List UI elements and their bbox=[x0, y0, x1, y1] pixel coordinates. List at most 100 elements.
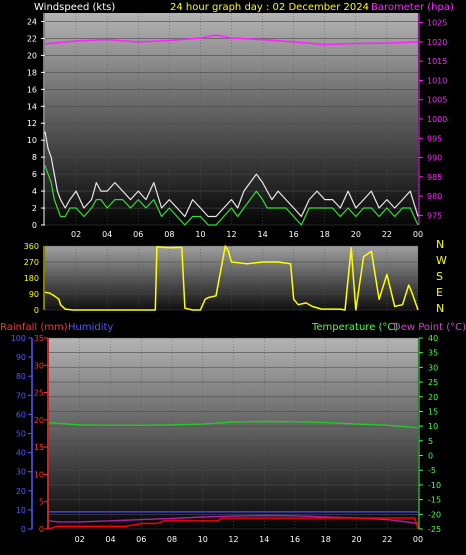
temperature-tick-label: 20 bbox=[428, 393, 438, 402]
direction-axis: 0 90 180 270 360 bbox=[24, 242, 45, 315]
weather-graph: Windspeed (kts) 24 hour graph day : 02 D… bbox=[0, 2, 466, 544]
temperature-tick-label: 15 bbox=[428, 407, 438, 416]
direction-tick-label: 180 bbox=[24, 274, 39, 283]
rainfall-tick-label: 25 bbox=[34, 389, 44, 398]
temperature-tick-label: 0 bbox=[428, 452, 433, 461]
wind-x-tick-label: 16 bbox=[289, 230, 299, 239]
barometer-tick-label: 980 bbox=[427, 192, 442, 201]
wind-tick-label: 12 bbox=[27, 119, 37, 128]
wind-tick-label: 10 bbox=[27, 136, 37, 145]
humidity-tick-label: 30 bbox=[16, 468, 26, 477]
humidity-tick-label: 10 bbox=[16, 506, 26, 515]
windspeed-title: Windspeed (kts) bbox=[34, 2, 115, 13]
wind-tick-label: 22 bbox=[27, 34, 37, 43]
rainfall-axis: 0 5 10 15 20 25 30 35 bbox=[34, 334, 49, 534]
barometer-tick-label: 1005 bbox=[427, 96, 447, 105]
barometer-tick-label: 1000 bbox=[427, 115, 447, 124]
temperature-tick-label: -15 bbox=[428, 496, 441, 505]
compass-label: E bbox=[436, 286, 443, 299]
wind-tick-label: 4 bbox=[32, 187, 37, 196]
wind-x-tick-label: 20 bbox=[351, 230, 361, 239]
temperature-tick-label: -5 bbox=[428, 466, 436, 475]
wind-tick-label: 2 bbox=[32, 204, 37, 213]
barometer-tick-label: 1025 bbox=[427, 19, 447, 28]
temperature-panel: 0102030405060708090100 05101520253035 -2… bbox=[11, 334, 441, 544]
compass-label: W bbox=[436, 254, 447, 267]
rainfall-tick-label: 35 bbox=[34, 334, 44, 343]
barometer-tick-label: 975 bbox=[427, 211, 442, 220]
temperature-tick-label: 40 bbox=[428, 334, 438, 343]
wind-x-tick-label: 18 bbox=[320, 230, 330, 239]
temperature-tick-label: -25 bbox=[428, 525, 441, 534]
wind-x-tick-label: 12 bbox=[226, 230, 236, 239]
wind-tick-label: 14 bbox=[27, 102, 37, 111]
compass-axis: NWSEN bbox=[436, 238, 447, 315]
wind-x-axis: 02 04 06 08 10 12 14 16 18 20 22 00 bbox=[71, 230, 423, 239]
humidity-axis: 0 10 20 30 40 50 60 70 80 90 100 bbox=[11, 334, 33, 534]
wind-x-tick-label: 10 bbox=[195, 230, 205, 239]
temperature-x-tick-label: 06 bbox=[136, 535, 146, 544]
compass-label: S bbox=[436, 270, 443, 283]
temperature-axis: -25 -20 -15 -10 -5 0 5 10 15 20 25 30 35 40 bbox=[418, 334, 441, 534]
temperature-x-tick-label: 08 bbox=[167, 535, 177, 544]
temperature-x-tick-label: 22 bbox=[382, 535, 392, 544]
barometer-tick-label: 985 bbox=[427, 173, 442, 182]
humidity-tick-label: 60 bbox=[16, 410, 26, 419]
humidity-tick-label: 20 bbox=[16, 487, 26, 496]
wind-x-tick-label: 14 bbox=[257, 230, 267, 239]
wind-tick-label: 6 bbox=[32, 170, 37, 179]
temperature-x-tick-label: 00 bbox=[413, 535, 423, 544]
humidity-tick-label: 80 bbox=[16, 372, 26, 381]
humidity-tick-label: 70 bbox=[16, 391, 26, 400]
temperature-x-tick-label: 14 bbox=[259, 535, 269, 544]
rainfall-tick-label: 10 bbox=[34, 470, 44, 479]
wind-x-tick-label: 06 bbox=[133, 230, 143, 239]
humidity-tick-label: 90 bbox=[16, 353, 26, 362]
temperature-tick-label: 35 bbox=[428, 349, 438, 358]
direction-tick-label: 90 bbox=[29, 290, 39, 299]
wind-x-tick-label: 00 bbox=[413, 230, 423, 239]
wind-x-tick-label: 02 bbox=[71, 230, 81, 239]
temperature-tick-label: -20 bbox=[428, 510, 441, 519]
barometer-tick-label: 1020 bbox=[427, 38, 447, 47]
wind-direction-panel: 090180270360 NWSEN bbox=[24, 238, 447, 315]
temperature-tick-label: 10 bbox=[428, 422, 438, 431]
dewpoint-title: Dew Point (°C) bbox=[393, 322, 466, 333]
wind-tick-label: 16 bbox=[27, 85, 37, 94]
barometer-axis: 975 980 985 990 995 1000 1005 1010 1015 1020 1025 bbox=[418, 13, 447, 225]
humidity-tick-label: 100 bbox=[11, 334, 26, 343]
wind-x-tick-label: 22 bbox=[382, 230, 392, 239]
humidity-title: Humidity bbox=[68, 322, 113, 333]
wind-tick-label: 24 bbox=[27, 17, 37, 26]
temperature-x-tick-label: 18 bbox=[321, 535, 331, 544]
temperature-title: Temperature (°C) bbox=[311, 322, 398, 333]
temperature-x-tick-label: 10 bbox=[198, 535, 208, 544]
compass-label: N bbox=[436, 302, 444, 315]
temperature-x-tick-label: 04 bbox=[105, 535, 115, 544]
barometer-tick-label: 1010 bbox=[427, 76, 447, 85]
temperature-x-tick-label: 02 bbox=[75, 535, 85, 544]
temperature-tick-label: 30 bbox=[428, 363, 438, 372]
temperature-tick-label: -10 bbox=[428, 481, 441, 490]
rainfall-tick-label: 15 bbox=[34, 443, 44, 452]
wind-tick-label: 20 bbox=[27, 51, 37, 60]
wind-tick-label: 8 bbox=[32, 153, 37, 162]
rainfall-tick-label: 0 bbox=[39, 525, 44, 534]
wind-tick-label: 0 bbox=[32, 221, 37, 230]
temperature-x-tick-label: 20 bbox=[351, 535, 361, 544]
wind-tick-label: 18 bbox=[27, 68, 37, 77]
wind-x-tick-label: 08 bbox=[164, 230, 174, 239]
barometer-tick-label: 990 bbox=[427, 154, 442, 163]
wind-x-tick-label: 04 bbox=[102, 230, 112, 239]
direction-tick-label: 0 bbox=[34, 306, 39, 315]
graph-title: 24 hour graph day : 02 December 2024 bbox=[170, 2, 369, 13]
rainfall-title: Rainfall (mm) bbox=[0, 322, 68, 333]
humidity-tick-label: 0 bbox=[21, 525, 26, 534]
humidity-tick-label: 50 bbox=[16, 430, 26, 439]
direction-tick-label: 360 bbox=[24, 242, 39, 251]
rainfall-tick-label: 20 bbox=[34, 416, 44, 425]
rainfall-tick-label: 5 bbox=[39, 498, 44, 507]
temperature-x-axis: 02 04 06 08 10 12 14 16 18 20 22 00 bbox=[75, 535, 423, 544]
humidity-tick-label: 40 bbox=[16, 449, 26, 458]
direction-tick-label: 270 bbox=[24, 258, 39, 267]
